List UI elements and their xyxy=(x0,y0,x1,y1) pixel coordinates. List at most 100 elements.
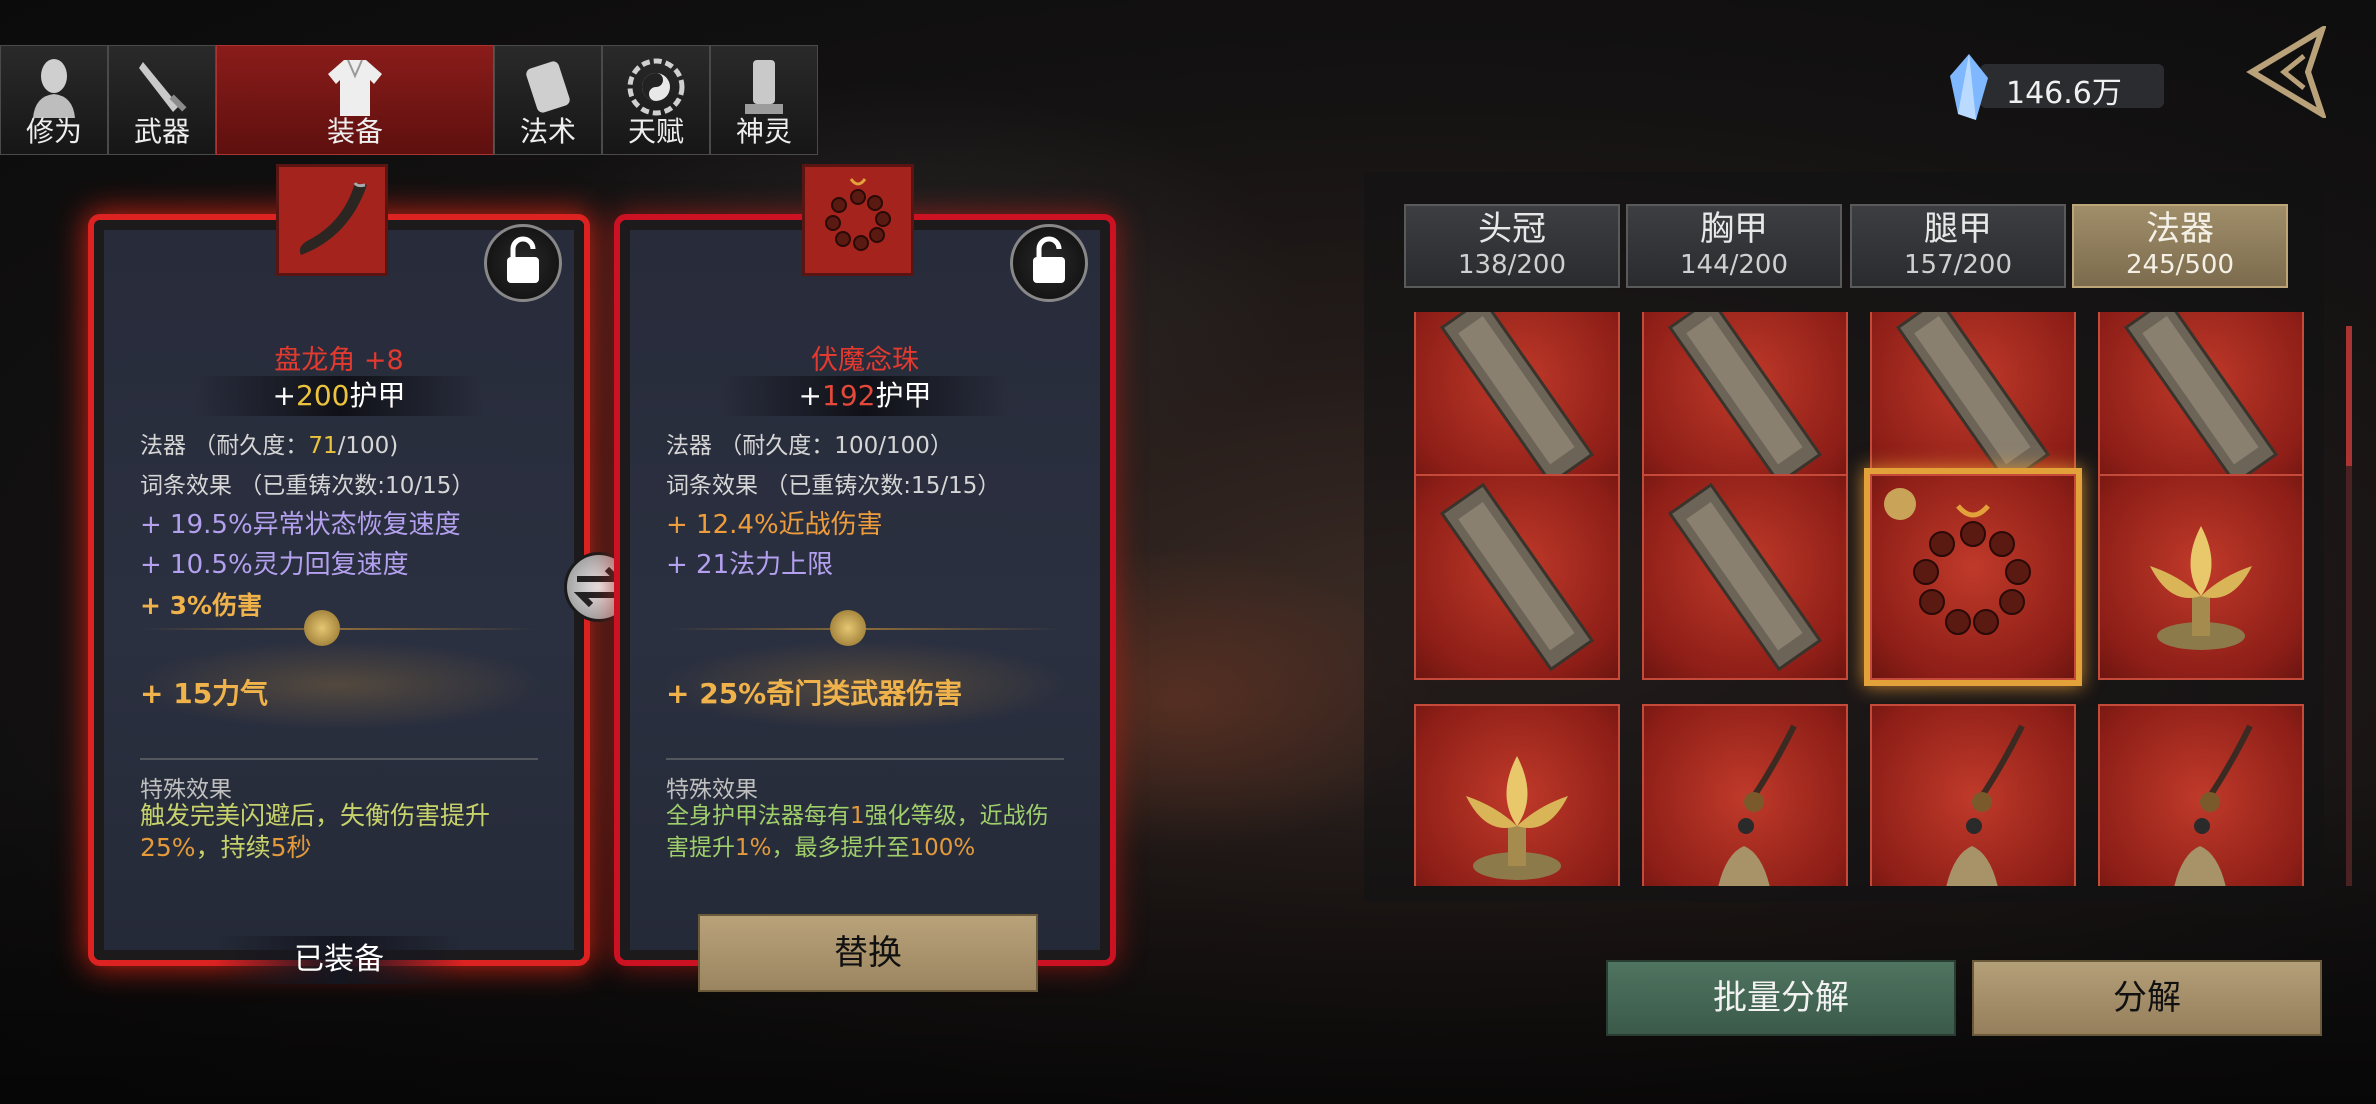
inventory-slot-lotus-lamp[interactable] xyxy=(1414,704,1620,886)
main-bonus: + 25%奇门类武器伤害 xyxy=(666,677,963,710)
divider xyxy=(666,758,1064,760)
armor-value: +192护甲 xyxy=(720,376,1010,416)
armor-number: 192 xyxy=(822,379,876,412)
lock-icon[interactable] xyxy=(484,224,562,302)
scroll-icon xyxy=(526,61,570,113)
category-tab-artifact[interactable]: 法器 245/500 xyxy=(2072,204,2288,288)
prayer-beads-icon xyxy=(825,178,891,251)
lock-icon[interactable] xyxy=(1010,224,1088,302)
talisman-tablet-icon xyxy=(1439,312,1595,486)
item-portrait xyxy=(802,164,914,276)
durability-current: 71 xyxy=(308,433,338,459)
damage-bonus: + 3%伤害 xyxy=(140,591,263,620)
special-value: 1% xyxy=(735,835,772,861)
tablet-icon xyxy=(745,60,783,114)
tab-label: 天赋 xyxy=(627,115,684,148)
special-text: 全身护甲法器每有 xyxy=(666,803,850,829)
inventory-slot-talisman-tablet[interactable] xyxy=(2098,312,2304,494)
divider xyxy=(140,758,538,760)
category-tab-chest[interactable]: 胸甲 144/200 xyxy=(1626,204,1842,288)
inventory-slot-talisman-tablet[interactable] xyxy=(1642,474,1848,680)
tab-spell[interactable]: 法术 xyxy=(494,45,602,155)
category-count: 157/200 xyxy=(1903,250,2012,280)
inventory-slot-bell-pendant[interactable] xyxy=(2098,704,2304,886)
talisman-tablet-icon xyxy=(1667,312,1823,486)
bell-pendant-icon xyxy=(1718,724,1797,886)
inventory-slot-bell-pendant[interactable] xyxy=(1642,704,1848,886)
special-value: 5秒 xyxy=(270,833,312,862)
category-count: 245/500 xyxy=(2125,250,2234,280)
replace-button[interactable]: 替换 xyxy=(698,914,1038,992)
armor-label: 护甲 xyxy=(875,379,932,412)
affix-line: + 12.4%近战伤害 xyxy=(666,510,883,540)
inventory-grid xyxy=(1414,312,2314,886)
talisman-tablet-icon xyxy=(1439,482,1595,672)
main-bonus: + 15力气 xyxy=(140,677,269,710)
inventory-slot-talisman-tablet[interactable] xyxy=(1642,312,1848,494)
inventory-slot-talisman-tablet[interactable] xyxy=(1414,312,1620,494)
inventory-slot-talisman-tablet[interactable] xyxy=(1870,312,2076,494)
tab-label: 神灵 xyxy=(735,115,792,148)
tab-label: 武器 xyxy=(133,115,190,148)
special-text: ，最多提升至 xyxy=(771,835,910,861)
affix-header: 词条效果 （已重铸次数:15/15） xyxy=(666,473,1001,499)
tab-label: 法术 xyxy=(519,115,576,148)
tab-label: 装备 xyxy=(326,115,383,148)
type-text: 法器 （耐久度： xyxy=(140,433,309,459)
affix-line: + 10.5%灵力回复速度 xyxy=(140,550,409,580)
padlock-open-icon xyxy=(507,236,539,283)
affix-header: 词条效果 （已重铸次数:10/15） xyxy=(140,473,475,499)
category-count: 138/200 xyxy=(1457,250,1566,280)
inventory-slot-talisman-tablet[interactable] xyxy=(1414,474,1620,680)
crystal-icon xyxy=(1950,54,1988,120)
special-value: 1 xyxy=(850,803,865,829)
lotus-lamp-icon xyxy=(1466,756,1568,880)
special-text: 触发完美闪避后，失衡伤害提升 xyxy=(140,801,491,830)
compare-item-card: 伏魔念珠 +192护甲 法器 （耐久度：100/100） 词条效果 （已重铸次数… xyxy=(620,164,1110,960)
tab-cultivation[interactable]: 修为 xyxy=(0,45,108,155)
cultivation-figure-icon xyxy=(33,59,75,118)
tab-weapon[interactable]: 武器 xyxy=(108,45,216,155)
affix-line: + 21法力上限 xyxy=(666,550,834,580)
inventory-scrollbar[interactable] xyxy=(2346,326,2352,886)
decompose-button[interactable]: 分解 xyxy=(1972,960,2322,1036)
special-effect-title: 特殊效果 xyxy=(140,777,232,803)
robe-icon xyxy=(328,59,382,116)
armor-prefix: + xyxy=(798,379,822,412)
talisman-tablet-icon xyxy=(1895,312,2051,486)
armor-value: +200护甲 xyxy=(194,376,484,416)
top-tab-bar: 修为 武器 装备 法术 天赋 神灵 xyxy=(0,45,818,155)
special-effect-title: 特殊效果 xyxy=(666,777,758,803)
back-icon[interactable] xyxy=(2244,26,2326,118)
category-name: 胸甲 xyxy=(1700,209,1768,249)
talisman-tablet-icon xyxy=(2123,312,2279,486)
bell-pendant-icon xyxy=(1946,724,2025,886)
type-durability-line: 法器 （耐久度：100/100） xyxy=(666,433,953,459)
category-name: 头冠 xyxy=(1478,209,1546,249)
item-name: 伏魔念珠 xyxy=(811,345,919,376)
tab-equipment[interactable]: 装备 xyxy=(216,45,494,155)
tab-talent[interactable]: 天赋 xyxy=(602,45,710,155)
bell-pendant-icon xyxy=(2174,724,2253,886)
type-durability-line: 法器 （耐久度：71/100) xyxy=(140,426,398,460)
item-name: 盘龙角 +8 xyxy=(274,345,404,376)
category-tab-helmet[interactable]: 头冠 138/200 xyxy=(1404,204,1620,288)
bagua-icon xyxy=(627,58,685,116)
inventory-slot-prayer-beads[interactable] xyxy=(1870,474,2076,680)
category-count: 144/200 xyxy=(1679,250,1788,280)
special-text: ，持续 xyxy=(195,833,271,862)
armor-number: 200 xyxy=(296,379,350,412)
inventory-slot-bell-pendant[interactable] xyxy=(1870,704,2076,886)
scrollbar-thumb[interactable] xyxy=(2346,326,2352,466)
armor-label: 护甲 xyxy=(349,379,406,412)
tab-label: 修为 xyxy=(25,115,82,148)
category-tab-legs[interactable]: 腿甲 157/200 xyxy=(1850,204,2066,288)
inventory-slot-lotus-lamp[interactable] xyxy=(2098,474,2304,680)
talisman-tablet-icon xyxy=(1667,482,1823,672)
tab-deity[interactable]: 神灵 xyxy=(710,45,818,155)
equipped-item-card: 盘龙角 +8 +200护甲 法器 （耐久度：71/100) 词条效果 （已重铸次… xyxy=(94,164,584,984)
padlock-open-icon xyxy=(1033,236,1065,283)
equipped-status: 已装备 xyxy=(214,936,464,984)
batch-decompose-button[interactable]: 批量分解 xyxy=(1606,960,1956,1036)
special-effect-text: 触发完美闪避后，失衡伤害提升 25%，持续5秒 xyxy=(140,800,544,864)
